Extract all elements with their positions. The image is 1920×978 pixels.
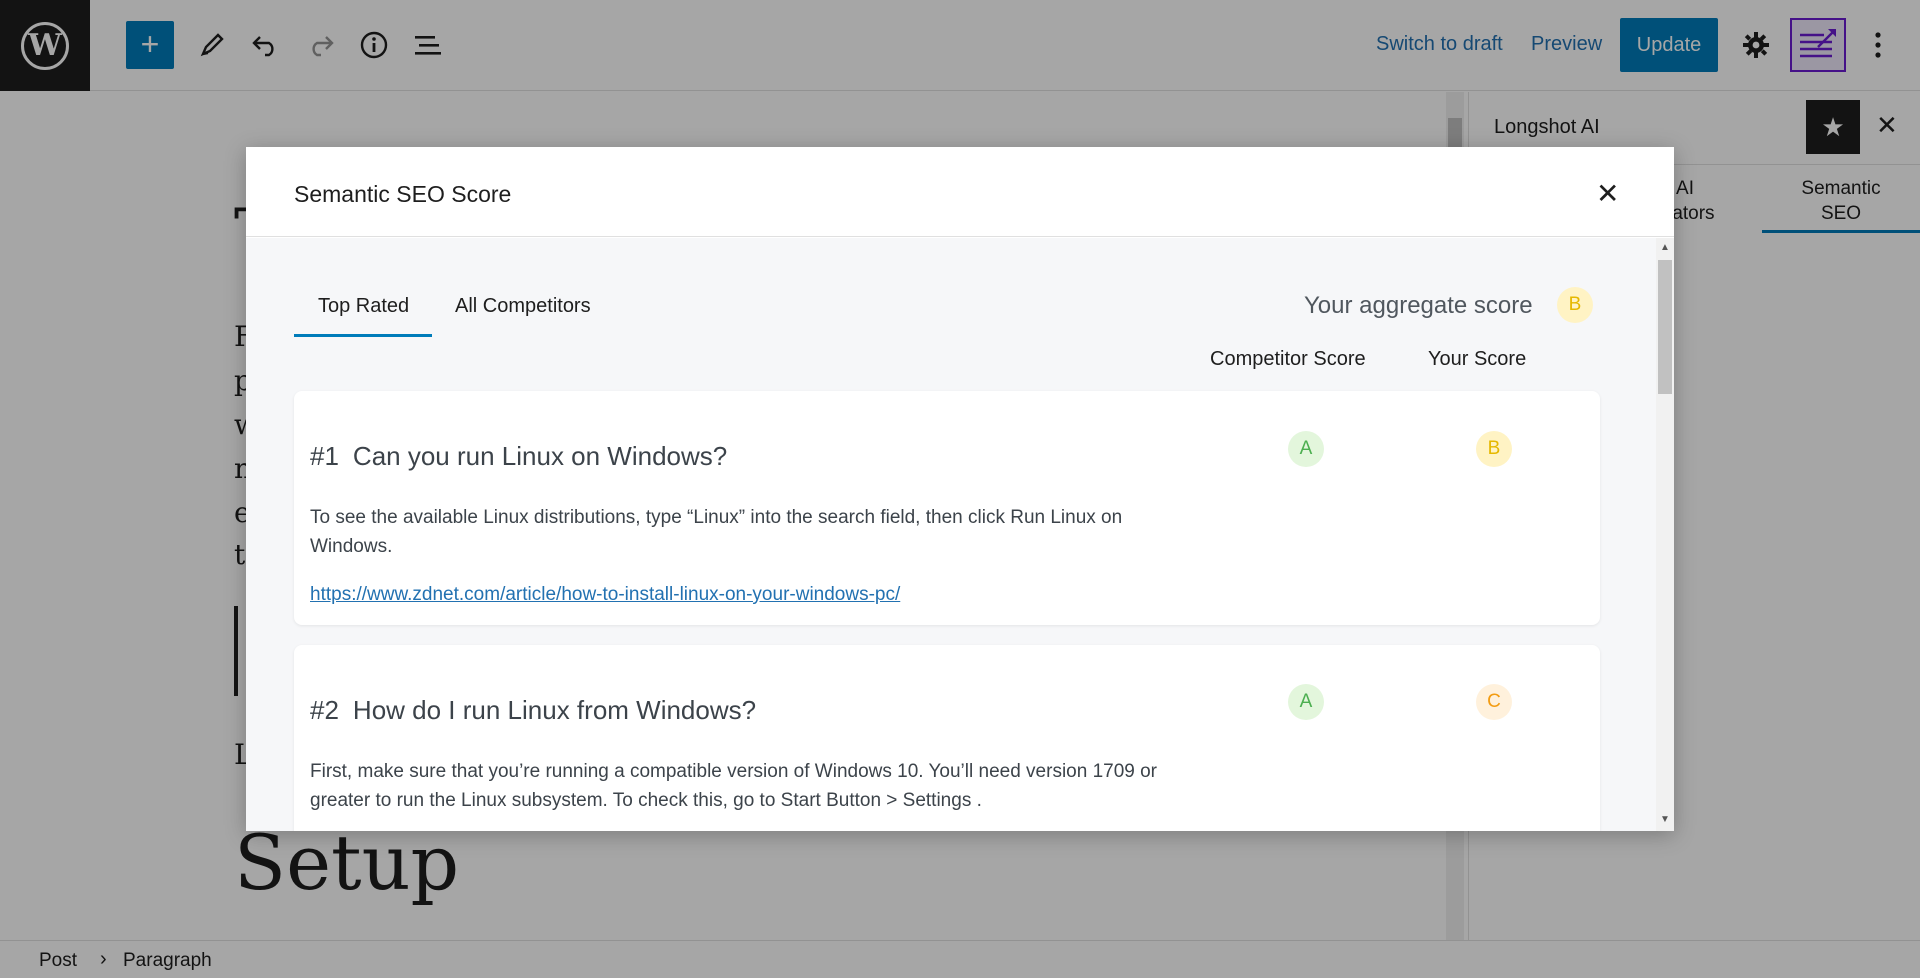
card-source-link[interactable]: https://www.zdnet.com/article/how-to-ins… — [310, 584, 900, 606]
card-question-text: How do I run Linux from Windows? — [352, 695, 757, 725]
modal-title: Semantic SEO Score — [294, 181, 512, 207]
semantic-seo-modal: Semantic SEO Score ✕ Top Rated All Compe… — [246, 147, 1674, 831]
modal-body: Top Rated All Competitors Your aggregate… — [246, 238, 1656, 831]
modal-header: Semantic SEO Score ✕ — [246, 147, 1674, 237]
card-question-text: Can you run Linux on Windows? — [352, 441, 728, 471]
card-description: First, make sure that you’re running a c… — [310, 761, 1158, 811]
aggregate-grade-badge: B — [1557, 287, 1593, 323]
active-tab-indicator — [294, 334, 432, 337]
modal-scrollbar[interactable]: ▲ ▼ — [1656, 238, 1674, 831]
scroll-down-icon[interactable]: ▼ — [1660, 814, 1670, 825]
competitor-card: #2 How do I run Linux from Windows? A C F… — [294, 645, 1600, 831]
tab-top-rated[interactable]: Top Rated — [318, 295, 409, 318]
competitor-grade-badge: A — [1288, 684, 1324, 720]
card-question: #1 Can you run Linux on Windows? — [310, 441, 727, 472]
card-rank: #1 — [310, 441, 339, 471]
competitor-score-header: Competitor Score — [1210, 348, 1366, 370]
close-icon[interactable]: ✕ — [1596, 177, 1619, 210]
aggregate-score-label: Your aggregate score — [1304, 292, 1533, 319]
your-grade-badge: C — [1476, 684, 1512, 720]
your-grade-badge: B — [1476, 431, 1512, 467]
your-score-header: Your Score — [1428, 348, 1527, 370]
modal-scroll-thumb[interactable] — [1658, 260, 1672, 394]
scroll-up-icon[interactable]: ▲ — [1660, 242, 1670, 253]
competitor-card: #1 Can you run Linux on Windows? A B To s… — [294, 391, 1600, 625]
card-description: To see the available Linux distributions… — [310, 507, 1123, 557]
competitor-grade-badge: A — [1288, 431, 1324, 467]
card-question: #2 How do I run Linux from Windows? — [310, 695, 756, 726]
card-rank: #2 — [310, 695, 339, 725]
tab-all-competitors[interactable]: All Competitors — [455, 295, 591, 318]
